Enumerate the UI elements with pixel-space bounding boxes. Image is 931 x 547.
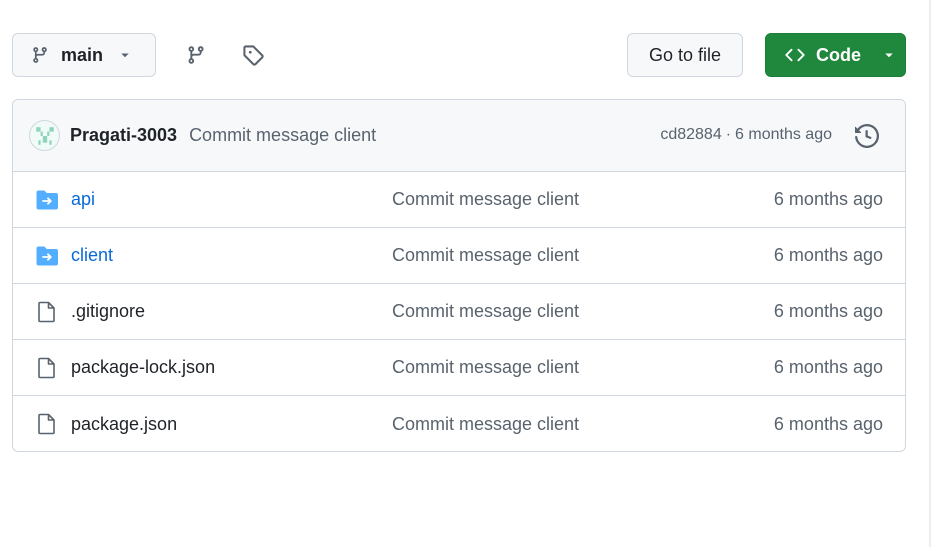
- code-icon: [785, 48, 805, 62]
- file-row[interactable]: .gitignore Commit message client 6 months …: [13, 284, 905, 340]
- file-commit-age: 6 months ago: [773, 245, 883, 265]
- file-icon: [35, 357, 59, 379]
- branches-button[interactable]: [178, 33, 214, 77]
- file-commit-age: 6 months ago: [773, 357, 883, 377]
- git-branch-icon: [33, 47, 47, 63]
- file-commit-age: 6 months ago: [773, 301, 883, 321]
- avatar[interactable]: [29, 120, 60, 151]
- go-to-file-label: Go to file: [648, 44, 722, 65]
- branch-label: main: [61, 44, 104, 65]
- tag-icon: [243, 45, 264, 66]
- file-commit-message-link[interactable]: Commit message client: [392, 414, 579, 435]
- commit-meta: cd82884 · 6 months ago: [660, 126, 832, 144]
- file-commit-age: 6 months ago: [773, 413, 883, 434]
- file-name-link[interactable]: package.json: [71, 414, 177, 435]
- latest-commit-bar: Pragati-3003 Commit message client cd828…: [13, 100, 905, 172]
- code-label: Code: [816, 44, 861, 65]
- file-commit-age: 6 months ago: [773, 189, 883, 209]
- branches-icon: [188, 46, 204, 64]
- commit-age: 6 months ago: [735, 126, 832, 143]
- file-name-link[interactable]: .gitignore: [71, 301, 145, 322]
- file-row[interactable]: package-lock.json Commit message client 6 …: [13, 340, 905, 396]
- tags-button[interactable]: [235, 33, 271, 77]
- file-icon: [35, 413, 59, 435]
- file-row[interactable]: client Commit message client 6 months ago: [13, 228, 905, 284]
- code-button[interactable]: Code: [765, 33, 906, 77]
- file-name-link[interactable]: package-lock.json: [71, 357, 215, 378]
- file-list: api Commit message client 6 months ago clie…: [13, 172, 905, 451]
- commit-sha-link[interactable]: cd82884: [660, 126, 721, 143]
- file-browser: Pragati-3003 Commit message client cd828…: [12, 99, 906, 452]
- commit-meta-separator: ·: [725, 126, 732, 143]
- file-commit-message-link[interactable]: Commit message client: [392, 357, 579, 378]
- file-name-link[interactable]: client: [71, 245, 113, 266]
- file-name-link[interactable]: api: [71, 189, 95, 210]
- commit-author-link[interactable]: Pragati-3003: [70, 125, 177, 146]
- directory-icon: [35, 245, 59, 267]
- file-commit-message-link[interactable]: Commit message client: [392, 301, 579, 322]
- file-row[interactable]: api Commit message client 6 months ago: [13, 172, 905, 228]
- directory-icon: [35, 189, 59, 211]
- caret-down-icon: [121, 53, 129, 58]
- file-row[interactable]: package.json Commit message client 6 month…: [13, 396, 905, 451]
- history-icon[interactable]: [855, 124, 879, 148]
- file-icon: [35, 301, 59, 323]
- file-commit-message-link[interactable]: Commit message client: [392, 245, 579, 266]
- repo-toolbar: main Go to file Code: [12, 33, 906, 77]
- identicon-avatar-icon: [35, 126, 54, 145]
- caret-down-icon: [885, 53, 893, 58]
- file-commit-message-link[interactable]: Commit message client: [392, 189, 579, 210]
- branch-select-button[interactable]: main: [12, 33, 156, 77]
- commit-message-link[interactable]: Commit message client: [189, 125, 376, 146]
- go-to-file-button[interactable]: Go to file: [627, 33, 743, 77]
